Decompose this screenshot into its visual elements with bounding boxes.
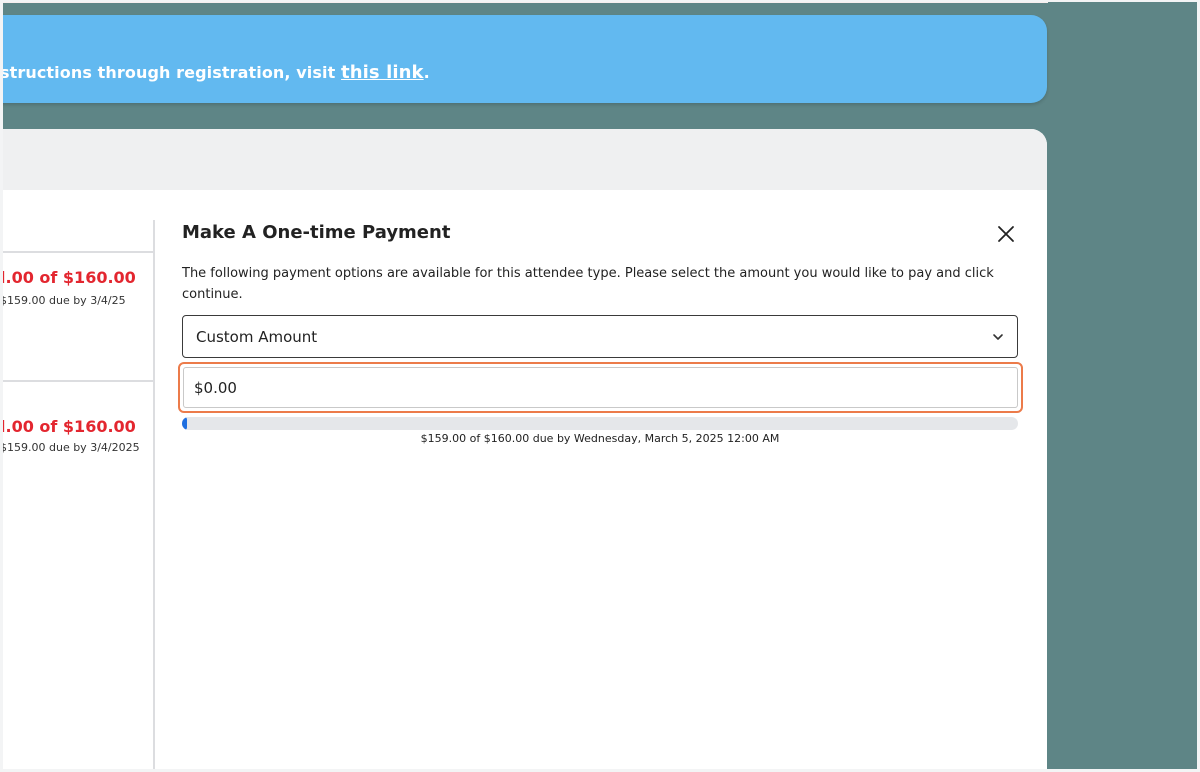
select-value: Custom Amount: [196, 328, 318, 346]
banner-trailing: .: [423, 63, 430, 82]
progress-fill: [182, 417, 188, 430]
card-due-text: $159.00 due by 3/4/2025: [0, 441, 140, 454]
amount-input[interactable]: [183, 367, 1018, 408]
modal-title: Make A One-time Payment: [182, 222, 451, 243]
chevron-down-icon: [993, 334, 1003, 340]
window-top-edge: [0, 0, 1048, 3]
this-link[interactable]: this link: [341, 62, 424, 83]
progress-caption: $159.00 of $160.00 due by Wednesday, Mar…: [420, 432, 780, 445]
payment-progress-bar: [182, 417, 1018, 430]
amount-input-focus-ring: [178, 362, 1023, 413]
banner-text: structions through registration, visit: [0, 63, 342, 82]
card-divider: [0, 380, 153, 382]
panel-header: [0, 129, 1047, 190]
card-divider: [0, 220, 153, 253]
close-icon[interactable]: [997, 225, 1015, 243]
payment-cards-column: l.00 of $160.00 $159.00 due by 3/4/25 l.…: [0, 220, 155, 772]
info-banner: structions through registration, visit t…: [0, 15, 1047, 103]
card-due-text: $159.00 due by 3/4/25: [0, 294, 126, 307]
card-amount: l.00 of $160.00: [0, 417, 136, 436]
banner-message: structions through registration, visit t…: [0, 62, 430, 83]
card-amount: l.00 of $160.00: [0, 268, 136, 287]
modal-description: The following payment options are availa…: [182, 266, 994, 302]
payment-option-select[interactable]: Custom Amount: [182, 315, 1018, 358]
main-panel: l.00 of $160.00 $159.00 due by 3/4/25 l.…: [0, 129, 1047, 772]
